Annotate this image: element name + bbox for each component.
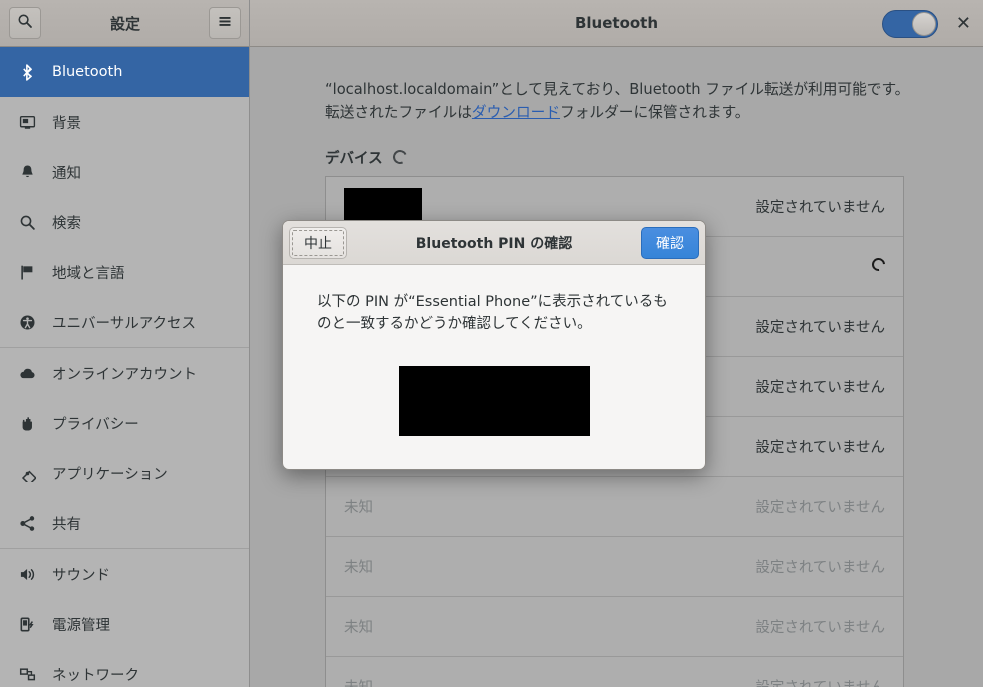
sidebar-item-label: 通知 — [52, 165, 81, 182]
sidebar-item-bluetooth[interactable]: Bluetooth — [0, 47, 249, 97]
search-icon — [17, 13, 33, 33]
sidebar-item-label: 背景 — [52, 115, 81, 132]
sidebar-headerbar: 設定 — [0, 0, 249, 47]
sidebar-item-label: ネットワーク — [52, 667, 139, 684]
bluetooth-toggle[interactable] — [881, 9, 938, 38]
sidebar-item-label: 地域と言語 — [52, 265, 125, 282]
sidebar-item-region-language[interactable]: 地域と言語 — [0, 247, 249, 297]
device-status: 設定されていません — [755, 319, 885, 336]
sidebar-item-network[interactable]: ネットワーク — [0, 649, 249, 687]
sidebar-item-power[interactable]: 電源管理 — [0, 599, 249, 649]
confirm-button[interactable]: 確認 — [641, 226, 699, 259]
devices-heading: デバイス — [325, 147, 983, 168]
sidebar-item-notifications[interactable]: 通知 — [0, 147, 249, 197]
bluetooth-icon — [18, 63, 36, 81]
sidebar-item-online-accounts[interactable]: オンラインアカウント — [0, 348, 249, 398]
device-status-spinner — [869, 254, 888, 275]
device-name: 未知 — [344, 676, 373, 687]
accessibility-icon — [18, 313, 36, 331]
redaction-box — [344, 188, 422, 221]
speaker-icon — [18, 565, 36, 583]
sidebar-item-label: ユニバーサルアクセス — [52, 315, 196, 332]
sidebar-nav-list: Bluetooth 背景 通知 検索 地域と言語 ユニバーサルアクセス オンライ… — [0, 47, 249, 687]
sidebar-item-search[interactable]: 検索 — [0, 197, 249, 247]
hamburger-menu-icon — [217, 13, 233, 33]
device-name: 未知 — [344, 499, 373, 516]
cloud-icon — [18, 364, 36, 382]
sidebar-item-privacy[interactable]: プライバシー — [0, 398, 249, 448]
hand-icon — [18, 414, 36, 432]
page-title: Bluetooth — [574, 14, 659, 32]
toggle-knob — [911, 11, 936, 36]
menu-button[interactable] — [209, 7, 241, 39]
description-suffix: フォルダーに保管されます。 — [560, 103, 750, 121]
sidebar-item-sound[interactable]: サウンド — [0, 549, 249, 599]
sidebar-item-label: 共有 — [52, 516, 81, 533]
device-row[interactable]: 未知 設定されていません — [326, 657, 903, 687]
device-status: 設定されていません — [755, 676, 885, 687]
device-status: 設定されていません — [755, 199, 885, 216]
sidebar-item-label: サウンド — [52, 567, 110, 584]
loading-spinner-icon — [390, 148, 409, 167]
device-status: 設定されていません — [755, 559, 885, 576]
close-icon[interactable]: ✕ — [956, 14, 971, 33]
sidebar-item-applications[interactable]: アプリケーション — [0, 448, 249, 498]
bluetooth-pin-dialog: 中止 Bluetooth PIN の確認 確認 以下の PIN が“Essent… — [282, 220, 706, 470]
sidebar-item-label: オンラインアカウント — [52, 366, 197, 383]
device-name-redacted — [344, 188, 422, 224]
settings-window: 設定 Bluetooth 背景 通知 検索 地域と言語 ユニバーサルアクセス オ… — [0, 0, 983, 687]
dialog-message: 以下の PIN が“Essential Phone”に表示されているものと一致す… — [317, 294, 668, 333]
sidebar-item-label: Bluetooth — [52, 64, 123, 80]
device-row[interactable]: 未知 設定されていません — [326, 597, 903, 657]
device-status: 設定されていません — [755, 499, 885, 516]
device-status: 設定されていません — [755, 439, 885, 456]
device-row[interactable]: 未知 設定されていません — [326, 537, 903, 597]
dialog-body: 以下の PIN が“Essential Phone”に表示されているものと一致す… — [283, 265, 705, 436]
sidebar-item-label: 電源管理 — [52, 617, 110, 634]
downloads-link[interactable]: ダウンロード — [472, 104, 560, 121]
sidebar-item-label: アプリケーション — [52, 466, 168, 483]
network-icon — [18, 665, 36, 683]
display-icon — [18, 113, 36, 131]
sidebar: 設定 Bluetooth 背景 通知 検索 地域と言語 ユニバーサルアクセス オ… — [0, 0, 250, 687]
flag-icon — [18, 263, 36, 281]
device-name: 未知 — [344, 559, 373, 576]
device-row[interactable]: 未知 設定されていません — [326, 477, 903, 537]
battery-icon — [18, 615, 36, 633]
apps-icon — [18, 464, 36, 482]
search-icon — [18, 213, 36, 231]
loading-spinner-icon — [869, 254, 888, 274]
cancel-button[interactable]: 中止 — [289, 226, 347, 259]
headerbar-controls: ✕ — [881, 0, 971, 47]
dialog-headerbar: 中止 Bluetooth PIN の確認 確認 — [283, 221, 705, 265]
sidebar-item-label: 検索 — [52, 215, 81, 232]
share-icon — [18, 514, 36, 532]
devices-heading-label: デバイス — [325, 150, 383, 167]
device-status: 設定されていません — [755, 619, 885, 636]
device-name: 未知 — [344, 619, 373, 636]
sidebar-item-universal-access[interactable]: ユニバーサルアクセス — [0, 297, 249, 347]
pin-code-redacted — [398, 365, 590, 436]
sidebar-item-sharing[interactable]: 共有 — [0, 498, 249, 548]
sidebar-item-label: プライバシー — [52, 416, 139, 433]
device-status: 設定されていません — [755, 379, 885, 396]
main-headerbar: Bluetooth ✕ — [250, 0, 983, 47]
bluetooth-description: “localhost.localdomain”として見えており、Bluetoot… — [325, 79, 910, 125]
sidebar-item-background[interactable]: 背景 — [0, 97, 249, 147]
bell-icon — [18, 163, 36, 181]
search-button[interactable] — [9, 7, 41, 39]
